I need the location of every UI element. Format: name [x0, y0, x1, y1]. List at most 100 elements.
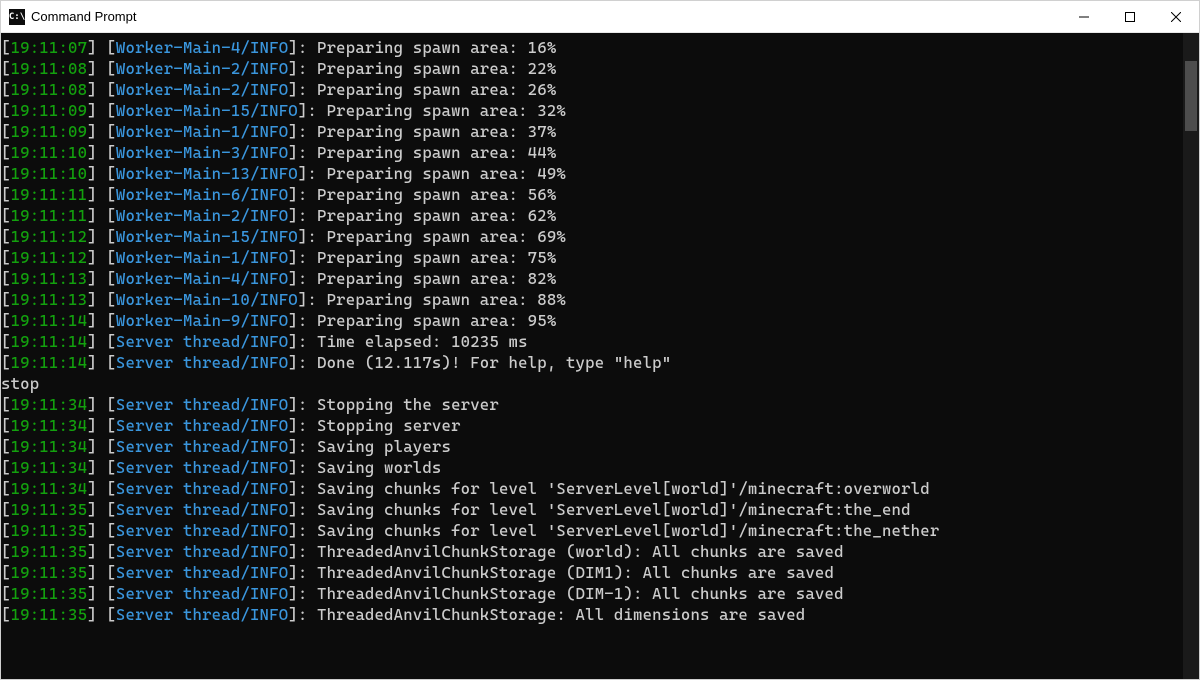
terminal-log-line: [19:11:35] [Server thread/INFO]: Threade…: [1, 583, 1183, 604]
terminal-log-line: [19:11:14] [Worker-Main-9/INFO]: Prepari…: [1, 310, 1183, 331]
log-source: Server thread/INFO: [116, 437, 288, 456]
log-timestamp: 19:11:10: [11, 164, 88, 183]
terminal-log-line: [19:11:34] [Server thread/INFO]: Stoppin…: [1, 415, 1183, 436]
close-icon: [1171, 12, 1181, 22]
log-source: Worker-Main-2/INFO: [116, 59, 288, 78]
log-timestamp: 19:11:13: [11, 269, 88, 288]
terminal-log-line: [19:11:14] [Server thread/INFO]: Done (1…: [1, 352, 1183, 373]
terminal-log-line: [19:11:07] [Worker-Main-4/INFO]: Prepari…: [1, 37, 1183, 58]
log-timestamp: 19:11:08: [11, 80, 88, 99]
terminal-log-line: [19:11:34] [Server thread/INFO]: Saving …: [1, 457, 1183, 478]
log-message: Stopping server: [317, 416, 461, 435]
log-source: Worker-Main-3/INFO: [116, 143, 288, 162]
maximize-icon: [1125, 12, 1135, 22]
log-timestamp: 19:11:11: [11, 185, 88, 204]
log-source: Server thread/INFO: [116, 479, 288, 498]
close-button[interactable]: [1153, 1, 1199, 32]
log-source: Server thread/INFO: [116, 563, 288, 582]
user-command: stop: [1, 374, 39, 393]
log-timestamp: 19:11:34: [11, 437, 88, 456]
log-message: Time elapsed: 10235 ms: [317, 332, 528, 351]
terminal-log-line: [19:11:35] [Server thread/INFO]: Threade…: [1, 541, 1183, 562]
log-message: Saving chunks for level 'ServerLevel[wor…: [317, 479, 930, 498]
log-source: Worker-Main-10/INFO: [116, 290, 298, 309]
terminal-log-line: [19:11:35] [Server thread/INFO]: Threade…: [1, 604, 1183, 625]
terminal-log-line: [19:11:11] [Worker-Main-6/INFO]: Prepari…: [1, 184, 1183, 205]
log-timestamp: 19:11:34: [11, 416, 88, 435]
log-message: Preparing spawn area: 32%: [327, 101, 566, 120]
log-timestamp: 19:11:34: [11, 458, 88, 477]
log-timestamp: 19:11:14: [11, 332, 88, 351]
log-timestamp: 19:11:09: [11, 101, 88, 120]
log-source: Worker-Main-2/INFO: [116, 80, 288, 99]
log-message: ThreadedAnvilChunkStorage (DIM-1): All c…: [317, 584, 844, 603]
minimize-button[interactable]: [1061, 1, 1107, 32]
terminal-log-line: [19:11:10] [Worker-Main-13/INFO]: Prepar…: [1, 163, 1183, 184]
log-source: Worker-Main-1/INFO: [116, 122, 288, 141]
log-message: Preparing spawn area: 88%: [327, 290, 566, 309]
maximize-button[interactable]: [1107, 1, 1153, 32]
terminal-log-line: [19:11:12] [Worker-Main-1/INFO]: Prepari…: [1, 247, 1183, 268]
log-source: Worker-Main-13/INFO: [116, 164, 298, 183]
log-source: Server thread/INFO: [116, 332, 288, 351]
log-source: Worker-Main-4/INFO: [116, 269, 288, 288]
cmd-icon: C:\: [9, 9, 25, 25]
log-source: Worker-Main-2/INFO: [116, 206, 288, 225]
log-message: ThreadedAnvilChunkStorage: All dimension…: [317, 605, 805, 624]
log-message: Preparing spawn area: 22%: [317, 59, 556, 78]
terminal-output[interactable]: [19:11:07] [Worker-Main-4/INFO]: Prepari…: [1, 33, 1183, 679]
log-source: Server thread/INFO: [116, 500, 288, 519]
log-message: Preparing spawn area: 82%: [317, 269, 556, 288]
log-timestamp: 19:11:35: [11, 500, 88, 519]
minimize-icon: [1079, 12, 1089, 22]
terminal-log-line: [19:11:08] [Worker-Main-2/INFO]: Prepari…: [1, 79, 1183, 100]
log-message: Preparing spawn area: 95%: [317, 311, 556, 330]
log-source: Worker-Main-4/INFO: [116, 38, 288, 57]
terminal-log-line: [19:11:35] [Server thread/INFO]: Saving …: [1, 520, 1183, 541]
window-title: Command Prompt: [31, 9, 1061, 24]
terminal-log-line: [19:11:34] [Server thread/INFO]: Saving …: [1, 478, 1183, 499]
log-message: Saving chunks for level 'ServerLevel[wor…: [317, 500, 911, 519]
terminal-area: [19:11:07] [Worker-Main-4/INFO]: Prepari…: [1, 33, 1199, 679]
log-message: Preparing spawn area: 16%: [317, 38, 556, 57]
log-timestamp: 19:11:13: [11, 290, 88, 309]
log-source: Server thread/INFO: [116, 584, 288, 603]
log-timestamp: 19:11:10: [11, 143, 88, 162]
log-timestamp: 19:11:35: [11, 542, 88, 561]
log-source: Server thread/INFO: [116, 395, 288, 414]
scrollbar-thumb[interactable]: [1185, 61, 1197, 131]
log-source: Server thread/INFO: [116, 416, 288, 435]
terminal-log-line: [19:11:14] [Server thread/INFO]: Time el…: [1, 331, 1183, 352]
command-prompt-window: C:\ Command Prompt [19:11:07] [Worker-Ma…: [0, 0, 1200, 680]
terminal-log-line: [19:11:13] [Worker-Main-4/INFO]: Prepari…: [1, 268, 1183, 289]
log-message: Preparing spawn area: 56%: [317, 185, 556, 204]
log-timestamp: 19:11:08: [11, 59, 88, 78]
log-message: Preparing spawn area: 44%: [317, 143, 556, 162]
log-message: Preparing spawn area: 37%: [317, 122, 556, 141]
window-controls: [1061, 1, 1199, 32]
terminal-log-line: [19:11:11] [Worker-Main-2/INFO]: Prepari…: [1, 205, 1183, 226]
terminal-log-line: [19:11:08] [Worker-Main-2/INFO]: Prepari…: [1, 58, 1183, 79]
log-source: Server thread/INFO: [116, 521, 288, 540]
log-timestamp: 19:11:35: [11, 605, 88, 624]
log-source: Worker-Main-6/INFO: [116, 185, 288, 204]
log-message: Saving worlds: [317, 458, 441, 477]
terminal-log-line: [19:11:13] [Worker-Main-10/INFO]: Prepar…: [1, 289, 1183, 310]
vertical-scrollbar[interactable]: [1183, 33, 1199, 679]
log-timestamp: 19:11:12: [11, 227, 88, 246]
titlebar[interactable]: C:\ Command Prompt: [1, 1, 1199, 33]
terminal-log-line: [19:11:12] [Worker-Main-15/INFO]: Prepar…: [1, 226, 1183, 247]
terminal-log-line: [19:11:10] [Worker-Main-3/INFO]: Prepari…: [1, 142, 1183, 163]
log-timestamp: 19:11:14: [11, 311, 88, 330]
log-message: ThreadedAnvilChunkStorage (DIM1): All ch…: [317, 563, 834, 582]
log-message: Preparing spawn area: 62%: [317, 206, 556, 225]
log-timestamp: 19:11:34: [11, 395, 88, 414]
terminal-log-line: [19:11:34] [Server thread/INFO]: Saving …: [1, 436, 1183, 457]
log-timestamp: 19:11:11: [11, 206, 88, 225]
log-source: Worker-Main-15/INFO: [116, 101, 298, 120]
log-message: Saving chunks for level 'ServerLevel[wor…: [317, 521, 939, 540]
log-source: Server thread/INFO: [116, 458, 288, 477]
terminal-log-line: [19:11:35] [Server thread/INFO]: Saving …: [1, 499, 1183, 520]
terminal-input-line: stop: [1, 373, 1183, 394]
terminal-log-line: [19:11:35] [Server thread/INFO]: Threade…: [1, 562, 1183, 583]
